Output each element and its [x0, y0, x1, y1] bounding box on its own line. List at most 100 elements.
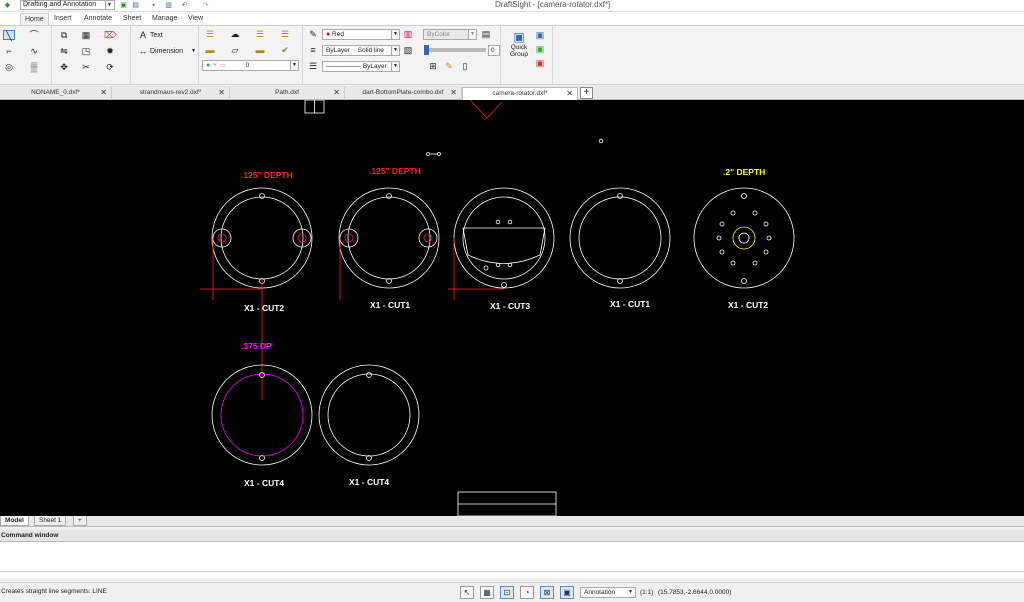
coordinate-readout: (15.7853,-2.6644,0.0000) [658, 589, 732, 596]
annotation-scale-select[interactable]: Annotation ▼ [580, 587, 636, 598]
transparency-input[interactable]: 0 [488, 45, 500, 56]
layer-state-icon[interactable]: ☁ [229, 29, 241, 39]
part-cut3 [448, 187, 555, 300]
doc-tab-active[interactable]: camera-rotator.dxf* ✕ [462, 87, 578, 100]
linetype-layer-value: ByLayer [326, 47, 350, 54]
chevron-down-icon[interactable]: ▼ [191, 48, 196, 54]
drawing-canvas[interactable]: .125" DEPTH .125" DEPTH .2" DEPTH .375 D… [0, 100, 1024, 516]
linetype-icon: ≡ [310, 45, 316, 55]
ortho-icon[interactable]: ⊡ [500, 586, 514, 599]
tab-view[interactable]: View [184, 13, 207, 25]
text-button[interactable]: Text [150, 32, 163, 39]
etrack-icon[interactable]: ▣ [560, 586, 574, 599]
chevron-down-icon: ▼ [391, 62, 399, 71]
close-icon[interactable]: ✕ [100, 87, 107, 99]
lineweight-select[interactable]: —————— ByLayer ▼ [322, 61, 400, 72]
copy-icon[interactable]: ⧉ [58, 30, 70, 40]
workspace-select[interactable]: Drafting and Annotation ▼ [20, 0, 115, 10]
add-sheet-button[interactable]: + [73, 516, 87, 526]
color-select[interactable]: ● Red ▼ [322, 29, 400, 40]
redo-icon[interactable]: ↷ [201, 1, 210, 10]
document-tab-bar: NONAME_0.dxf* ✕ strandmaus-rev2.dxf* ✕ P… [0, 86, 1024, 100]
command-window-header: Command window [0, 530, 1024, 542]
layer-select[interactable]: ● ☀ ▭ 0 ▼ [202, 60, 299, 71]
list-icon[interactable]: ⊞ [427, 61, 439, 71]
layer-match-icon[interactable]: ✔ [279, 45, 291, 55]
undo-icon[interactable]: ↶ [180, 1, 189, 10]
offset-icon[interactable]: ◳ [80, 46, 92, 56]
trim-icon[interactable]: ✂ [80, 62, 92, 72]
part-label: X1 - CUT2 [728, 300, 769, 310]
linetype-value: Solid line [357, 47, 385, 54]
arc-tool-icon[interactable]: ⌒ [28, 30, 40, 40]
window-title: DraftSight - [camera-rotator.dxf*] [495, 0, 611, 9]
layer-isolate-icon[interactable]: ▬ [204, 45, 216, 55]
grid-icon[interactable]: ▦ [480, 586, 494, 599]
part-cut1-left [338, 187, 440, 300]
quick-group-button[interactable]: ▣ Quick Group [508, 30, 530, 64]
group-remove-icon[interactable]: ▣ [534, 58, 546, 68]
app-logo-icon[interactable]: ◆ [3, 1, 12, 10]
line-tool-icon[interactable]: ╲ [3, 30, 15, 41]
layer-freeze-icon[interactable]: ▬ [254, 45, 266, 55]
layer-walk-icon[interactable]: ▱ [229, 45, 241, 55]
tab-insert[interactable]: Insert [50, 13, 76, 25]
esnap-icon[interactable]: ⊠ [540, 586, 554, 599]
print-icon[interactable]: ▥ [164, 1, 173, 10]
tab-sheet[interactable]: Sheet [119, 13, 145, 25]
palette-icon[interactable]: ▥ [402, 29, 414, 39]
open-file-icon[interactable]: ▤ [131, 1, 140, 10]
tab-model[interactable]: Model [0, 516, 29, 526]
doc-tab[interactable]: Path.dxf ✕ [230, 87, 345, 100]
ribbon-tab-bar: Home Insert Annotate Sheet Manage View [0, 12, 1024, 25]
spline-tool-icon[interactable]: ∿ [28, 46, 40, 56]
quick-group-label-1: Quick [510, 44, 528, 51]
close-icon[interactable]: ✕ [566, 88, 573, 100]
hatch-tool-icon[interactable]: ▒ [28, 62, 40, 72]
tab-manage[interactable]: Manage [148, 13, 181, 25]
mirror-icon[interactable]: ⇋ [58, 46, 70, 56]
layer-manager-icon[interactable]: ☰ [204, 29, 216, 39]
tab-home[interactable]: Home [20, 13, 49, 25]
transparency-slider-thumb[interactable] [424, 45, 429, 55]
lineweight-icon: ☰ [308, 61, 318, 71]
match-properties-icon[interactable]: ✎ [307, 29, 319, 39]
group-add-icon[interactable]: ▣ [534, 44, 546, 54]
doc-tab[interactable]: NONAME_0.dxf* ✕ [0, 87, 112, 100]
command-input[interactable] [0, 572, 1024, 578]
doc-tab-label: NONAME_0.dxf* [31, 89, 80, 96]
new-file-icon[interactable]: ▣ [119, 1, 128, 10]
tab-annotate[interactable]: Annotate [80, 13, 116, 25]
ribbon: ╲ ⌒ ⌐ ∿ ◎ ▒ ⧉ ▦ ⌦ ⇋ ◳ ✹ ✥ ✂ ⟳ A Text ↔ D… [0, 25, 1024, 85]
edit-icon[interactable]: ✎ [443, 61, 455, 71]
save-icon[interactable]: ▪ [149, 1, 158, 10]
circle-tool-icon[interactable]: ◎ [3, 62, 15, 72]
chevron-down-icon: ▼ [391, 30, 399, 39]
explode-icon[interactable]: ✹ [104, 46, 116, 56]
rotate-icon[interactable]: ⟳ [104, 62, 116, 72]
close-icon[interactable]: ✕ [450, 87, 457, 99]
layer-previous-icon[interactable]: ☰ [254, 29, 266, 39]
groups-group: ▣ Quick Group ▣ ▣ ▣ [501, 26, 553, 85]
dimension-button[interactable]: Dimension [150, 48, 183, 55]
delete-icon[interactable]: ⌦ [104, 30, 117, 40]
linetype-select[interactable]: ByLayer Solid line ▼ [322, 45, 400, 56]
print-style-icon[interactable]: ▤ [480, 29, 492, 39]
move-icon[interactable]: ✥ [58, 62, 70, 72]
document-icon[interactable]: ▯ [459, 61, 471, 71]
depth-label: .125" DEPTH [241, 170, 293, 180]
doc-tab[interactable]: dart-BottomPlate-combo.dxf ✕ [345, 87, 462, 100]
depth-label: .125" DEPTH [369, 166, 421, 176]
transparency-slider[interactable] [424, 45, 486, 55]
group-edit-icon[interactable]: ▣ [534, 30, 546, 40]
snap-icon[interactable]: ↖ [460, 586, 474, 599]
doc-tab[interactable]: strandmaus-rev2.dxf* ✕ [112, 87, 230, 100]
close-icon[interactable]: ✕ [218, 87, 225, 99]
layer-tools-icon[interactable]: ☰ [279, 29, 291, 39]
polyline-tool-icon[interactable]: ⌐ [3, 46, 15, 56]
polar-icon[interactable]: ◔ [520, 586, 534, 599]
array-icon[interactable]: ▦ [80, 30, 92, 40]
close-icon[interactable]: ✕ [333, 87, 340, 99]
tab-sheet-1[interactable]: Sheet 1 [34, 516, 67, 526]
new-tab-button[interactable]: + [580, 87, 593, 99]
